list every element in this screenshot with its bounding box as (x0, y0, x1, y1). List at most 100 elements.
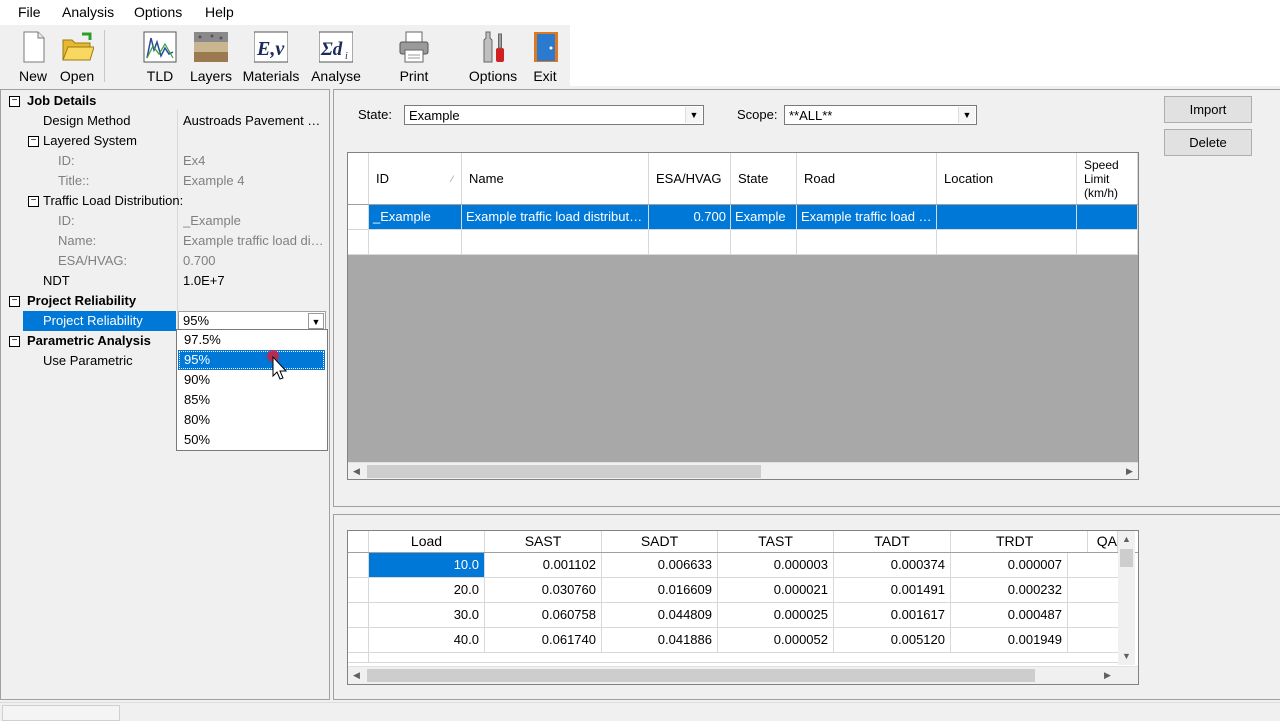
property-tld[interactable]: − Traffic Load Distribution: (1, 191, 328, 211)
column-header-sast[interactable]: SAST (485, 531, 602, 552)
menu-help[interactable]: Help (205, 4, 234, 20)
row-header[interactable] (348, 653, 369, 662)
cell-load[interactable]: 30.0 (369, 603, 485, 627)
empty-cell[interactable] (649, 230, 731, 254)
cell-location[interactable] (937, 205, 1077, 229)
delete-button[interactable]: Delete (1164, 129, 1252, 156)
cell-tast[interactable]: 0.000003 (718, 553, 834, 577)
property-ndt[interactable]: NDT 1.0E+7 (1, 271, 328, 291)
load-vertical-scrollbar[interactable]: ▲ ▼ (1118, 531, 1135, 665)
open-button[interactable]: Open (56, 28, 98, 86)
column-header-qa[interactable]: QA (1088, 531, 1118, 552)
column-header-trdt[interactable]: TRDT (951, 531, 1088, 552)
cell-tadt[interactable]: 0.005120 (834, 628, 951, 652)
cell-trdt[interactable]: 0.001949 (951, 628, 1068, 652)
cell-load[interactable]: 20.0 (369, 578, 485, 602)
cell-sadt[interactable]: 0.044809 (602, 603, 718, 627)
options-button[interactable]: Options (466, 28, 520, 86)
column-header-state[interactable]: State (731, 153, 797, 204)
cell-tadt[interactable]: 0.001617 (834, 603, 951, 627)
empty-cell[interactable] (462, 230, 649, 254)
scrollbar-thumb[interactable] (367, 669, 1035, 682)
empty-cell[interactable] (797, 230, 937, 254)
table-row[interactable]: 20.0 0.030760 0.016609 0.000021 0.001491… (348, 578, 1118, 603)
scroll-up-icon[interactable]: ▲ (1118, 531, 1135, 548)
scrollbar-thumb[interactable] (367, 465, 761, 478)
column-header-speed[interactable]: Speed Limit (km/h) (1077, 153, 1138, 204)
column-header-tadt[interactable]: TADT (834, 531, 951, 552)
column-header-id[interactable]: ID ⁄ (369, 153, 462, 204)
column-header-tast[interactable]: TAST (718, 531, 834, 552)
materials-button[interactable]: E,v Materials (241, 28, 301, 86)
collapse-icon[interactable]: − (28, 136, 39, 147)
print-button[interactable]: Print (394, 28, 434, 86)
reliability-dropdown-list[interactable]: 97.5% 95% 90% 85% 80% 50% (176, 329, 328, 451)
row-header[interactable] (348, 553, 369, 577)
new-button[interactable]: New (14, 28, 52, 86)
cell-tast[interactable]: 0.000025 (718, 603, 834, 627)
empty-cell[interactable] (1077, 230, 1138, 254)
cell-sast[interactable]: 0.060758 (485, 603, 602, 627)
cell-sadt[interactable]: 0.041886 (602, 628, 718, 652)
option-85[interactable]: 85% (178, 390, 325, 410)
scroll-right-icon[interactable]: ▶ (1099, 667, 1116, 684)
row-header[interactable] (348, 205, 369, 229)
column-header-location[interactable]: Location (937, 153, 1077, 204)
option-90[interactable]: 90% (178, 370, 325, 390)
chevron-down-icon[interactable]: ▼ (958, 107, 975, 123)
option-80[interactable]: 80% (178, 410, 325, 430)
column-header-sadt[interactable]: SADT (602, 531, 718, 552)
table-row-partial[interactable] (348, 653, 1118, 663)
property-project-reliability[interactable]: Project Reliability 95% ▼ (1, 311, 328, 331)
cell-tadt[interactable]: 0.000374 (834, 553, 951, 577)
table-new-row[interactable] (348, 230, 1138, 255)
option-97-5[interactable]: 97.5% (178, 330, 325, 350)
table-row[interactable]: _Example Example traffic load distributi… (348, 205, 1138, 230)
column-header-name[interactable]: Name (462, 153, 649, 204)
cell-name[interactable]: Example traffic load distributio... (462, 205, 649, 229)
table-row[interactable]: 30.0 0.060758 0.044809 0.000025 0.001617… (348, 603, 1118, 628)
property-layered-system[interactable]: − Layered System (1, 131, 328, 151)
property-design-method[interactable]: Design Method Austroads Pavement De... (1, 111, 328, 131)
state-combo[interactable]: Example ▼ (404, 105, 704, 125)
cell-tadt[interactable]: 0.001491 (834, 578, 951, 602)
scope-combo[interactable]: **ALL** ▼ (784, 105, 977, 125)
property-ls-title[interactable]: Title:: Example 4 (1, 171, 328, 191)
cell-tast[interactable]: 0.000052 (718, 628, 834, 652)
chevron-down-icon[interactable]: ▼ (685, 107, 702, 123)
collapse-icon[interactable]: − (28, 196, 39, 207)
cell-state[interactable]: Example (731, 205, 797, 229)
analyse-button[interactable]: Σd i Analyse (309, 28, 363, 86)
menu-options[interactable]: Options (134, 4, 182, 20)
tld-button[interactable]: TLD (140, 28, 180, 86)
chevron-down-icon[interactable]: ▼ (308, 313, 324, 329)
cell-road[interactable]: Example traffic load di... (797, 205, 937, 229)
collapse-icon[interactable]: − (9, 336, 20, 347)
collapse-icon[interactable]: − (9, 96, 20, 107)
table-row[interactable]: 40.0 0.061740 0.041886 0.000052 0.005120… (348, 628, 1118, 653)
category-job-details[interactable]: − Job Details (1, 91, 328, 111)
scroll-down-icon[interactable]: ▼ (1118, 648, 1135, 665)
cell-tast[interactable]: 0.000021 (718, 578, 834, 602)
option-50[interactable]: 50% (178, 430, 325, 450)
row-header[interactable] (348, 230, 369, 254)
cell-trdt[interactable]: 0.000487 (951, 603, 1068, 627)
cell-trdt[interactable]: 0.000007 (951, 553, 1068, 577)
row-header[interactable] (348, 578, 369, 602)
row-header[interactable] (348, 603, 369, 627)
empty-cell[interactable] (369, 230, 462, 254)
column-header-load[interactable]: Load (369, 531, 485, 552)
cell-sast[interactable]: 0.061740 (485, 628, 602, 652)
menu-analysis[interactable]: Analysis (62, 4, 114, 20)
scrollbar-thumb[interactable] (1120, 549, 1133, 567)
tld-horizontal-scrollbar[interactable]: ◀ ▶ (348, 462, 1138, 479)
menu-file[interactable]: File (18, 4, 41, 20)
cell-sast[interactable]: 0.030760 (485, 578, 602, 602)
table-row[interactable]: 10.0 0.001102 0.006633 0.000003 0.000374… (348, 553, 1118, 578)
property-tld-esa[interactable]: ESA/HVAG: 0.700 (1, 251, 328, 271)
cell-sadt[interactable]: 0.006633 (602, 553, 718, 577)
collapse-icon[interactable]: − (9, 296, 20, 307)
option-95[interactable]: 95% (178, 350, 325, 370)
property-ls-id[interactable]: ID: Ex4 (1, 151, 328, 171)
load-horizontal-scrollbar[interactable]: ◀ ▶ (348, 666, 1138, 684)
